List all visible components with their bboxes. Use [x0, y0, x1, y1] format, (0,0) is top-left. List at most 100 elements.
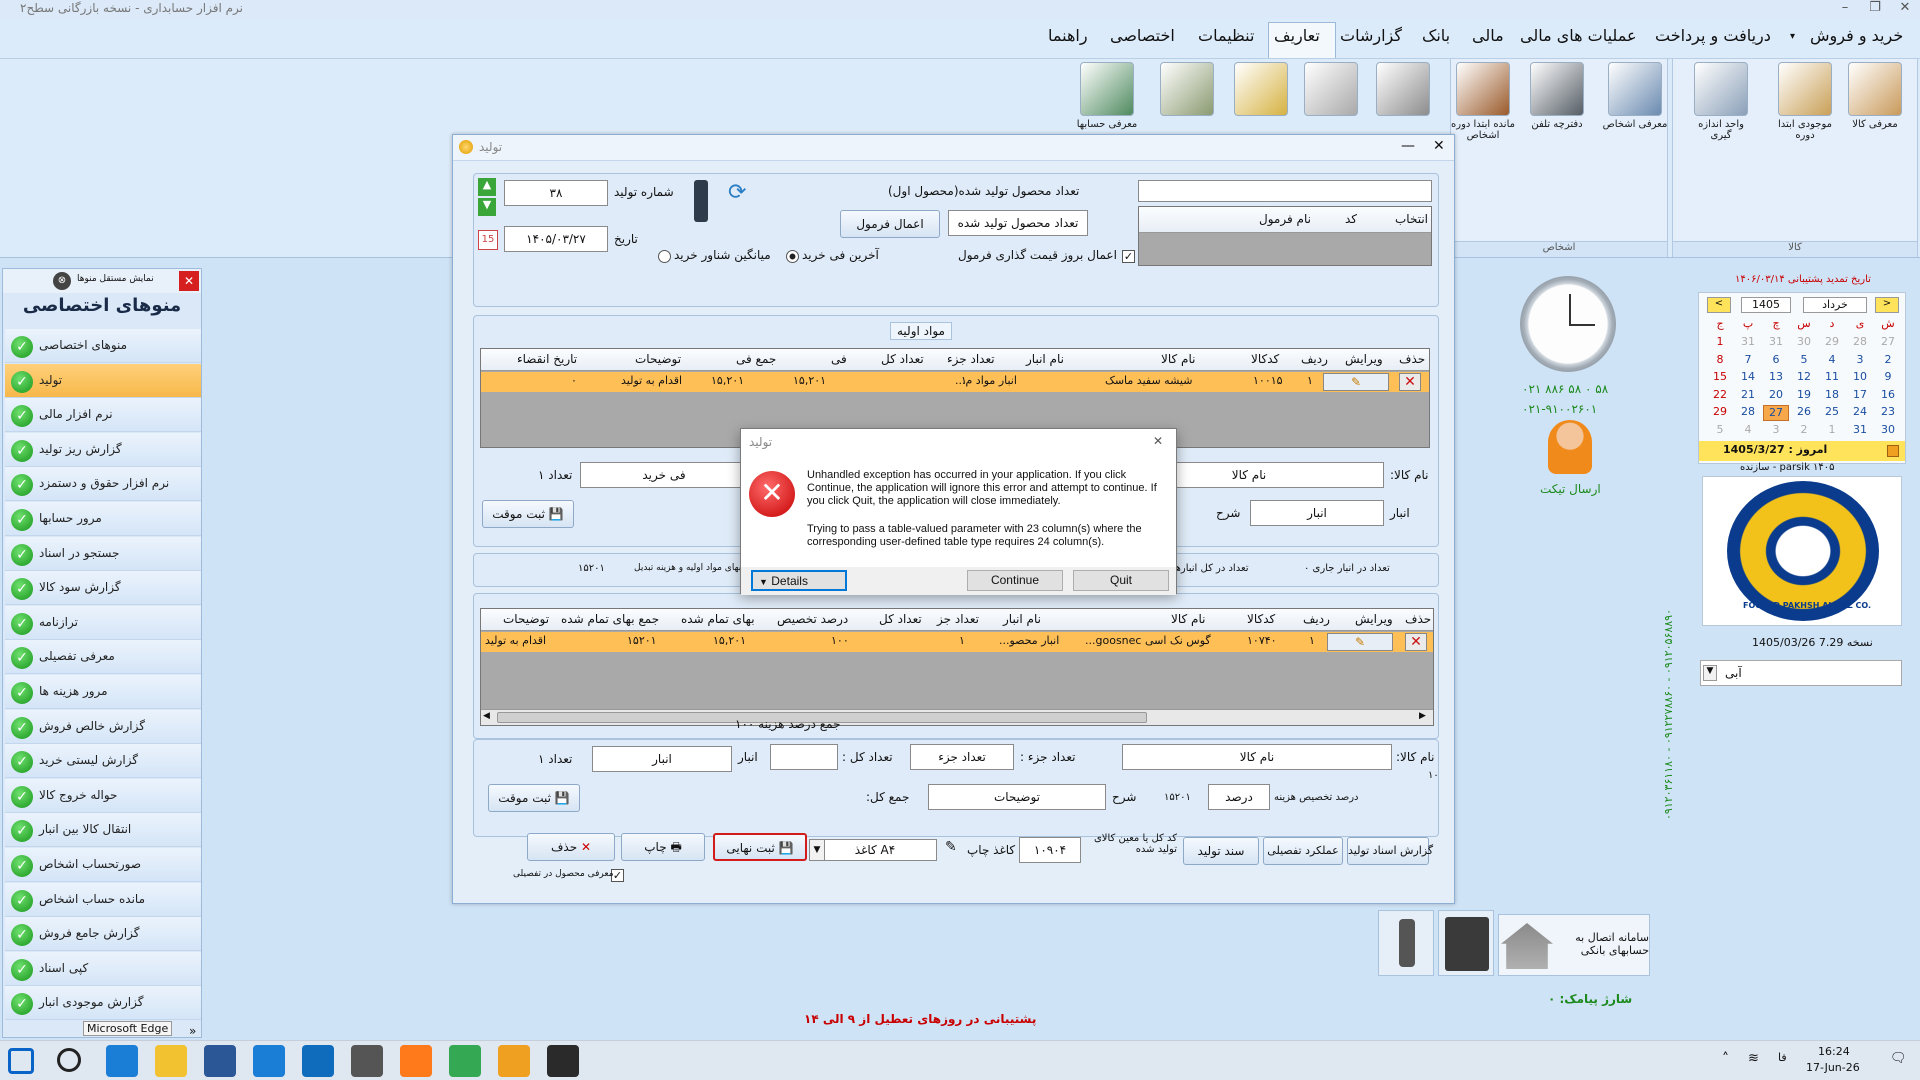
calendar-day[interactable]: 19: [1791, 388, 1817, 404]
product-part-input[interactable]: تعداد جزء: [910, 744, 1014, 770]
sidebar-item[interactable]: ✓ کپی اسناد: [5, 951, 201, 986]
ribbon-item-ruler[interactable]: واحد اندازه گیری: [1686, 62, 1756, 141]
send-ticket-link[interactable]: ارسال تیکت: [1540, 482, 1601, 496]
menu-financial-ops[interactable]: عملیات های مالی: [1520, 26, 1637, 45]
calendar-day[interactable]: 8: [1707, 353, 1733, 369]
sidebar-close-button[interactable]: ✕: [179, 271, 199, 291]
calendar-day[interactable]: 22: [1707, 388, 1733, 404]
sidebar-item[interactable]: ✓ مرور هزینه ها: [5, 675, 201, 709]
calendar-day[interactable]: 9: [1875, 370, 1901, 386]
edge-alt-icon[interactable]: [498, 1045, 530, 1077]
ribbon-item-bank[interactable]: [1296, 62, 1366, 119]
date-input[interactable]: ۱۴۰۵/۰۳/۲۷: [504, 226, 608, 252]
calendar-day[interactable]: 3: [1763, 423, 1789, 439]
calendar-day[interactable]: 28: [1735, 405, 1761, 421]
remote-widget[interactable]: [1378, 910, 1434, 976]
refresh-icon[interactable]: ⟳: [728, 180, 746, 205]
alloc-input[interactable]: درصد: [1208, 784, 1270, 810]
accounting-app-icon[interactable]: [547, 1045, 579, 1077]
horizontal-scrollbar[interactable]: ◀ ▶: [481, 709, 1433, 725]
quit-button[interactable]: Quit: [1073, 570, 1169, 591]
calendar-day[interactable]: 5: [1707, 423, 1733, 439]
apply-formula-button[interactable]: اعمال فرمول: [840, 210, 940, 238]
details-button[interactable]: ▼ Details: [751, 570, 847, 591]
sidebar-item[interactable]: ✓ حواله خروج کالا: [5, 778, 201, 813]
product-desc-input[interactable]: توضیحات: [928, 784, 1106, 810]
sidebar-item[interactable]: ✓ ترازنامه: [5, 605, 201, 640]
production-docs-report-button[interactable]: گزارش اسناد تولید: [1347, 837, 1433, 865]
sidebar-item[interactable]: ✓ معرفی تفصیلی: [5, 640, 201, 675]
up-arrow-icon[interactable]: ▲: [478, 178, 496, 196]
menu-buy-sell[interactable]: خرید و فروش: [1810, 26, 1903, 45]
calendar-day[interactable]: 1: [1819, 423, 1845, 439]
sidebar-item[interactable]: ✓ جستجو در اسناد: [5, 536, 201, 571]
menu-custom[interactable]: اختصاصی: [1110, 26, 1175, 45]
calendar-day[interactable]: 3: [1847, 353, 1873, 369]
scroll-left-icon[interactable]: ◀: [483, 711, 490, 721]
calendar-icon[interactable]: 15: [478, 230, 498, 250]
edit-row-icon[interactable]: ✎: [1327, 633, 1393, 651]
qty-input[interactable]: تعداد محصول تولید شده: [948, 210, 1088, 236]
product-save-temp-button[interactable]: ثبت موقت 💾: [488, 784, 580, 812]
sidebar-item[interactable]: ✓ نرم افزار حقوق و دستمزد: [5, 467, 201, 502]
ribbon-item-safe[interactable]: [1226, 62, 1296, 119]
menu-settings[interactable]: تنظیمات: [1198, 26, 1254, 45]
clock-time[interactable]: 16:24: [1818, 1045, 1850, 1058]
close-window-button[interactable]: ✕: [1890, 0, 1920, 18]
menu-dropdown-icon[interactable]: ▾: [1790, 31, 1795, 42]
edge-icon[interactable]: [106, 1045, 138, 1077]
update-price-checkbox[interactable]: ✓: [1122, 250, 1135, 263]
ribbon-item-shop[interactable]: [1152, 62, 1222, 119]
menu-bank[interactable]: بانک: [1422, 26, 1450, 45]
formula-search-input[interactable]: [1138, 180, 1432, 202]
menu-help[interactable]: راهنما: [1048, 26, 1088, 45]
chevron-up-icon[interactable]: ˄: [1722, 1051, 1729, 1067]
menu-finance[interactable]: مالی: [1472, 26, 1504, 45]
sidebar-item[interactable]: ✓ گزارش خالص فروش: [5, 709, 201, 744]
edit-row-icon[interactable]: ✎: [1323, 373, 1389, 391]
bank-link-widget[interactable]: سامانه اتصال به حسابهای بانکی: [1498, 914, 1650, 976]
outlook-icon[interactable]: [302, 1045, 334, 1077]
sidebar-toggle-label[interactable]: نمایش مستقل منوها: [77, 274, 154, 284]
file-explorer-icon[interactable]: [155, 1045, 187, 1077]
sidebar-item[interactable]: ✓ انتقال کالا بین انبار: [5, 813, 201, 848]
down-arrow-icon[interactable]: ▼: [478, 198, 496, 216]
sidebar-item[interactable]: ✓ گزارش لیستی خرید: [5, 744, 201, 779]
menu-reports[interactable]: گزارشات: [1340, 26, 1402, 45]
calendar-day[interactable]: 31: [1763, 335, 1789, 351]
calendar-day[interactable]: 18: [1819, 388, 1845, 404]
calendar-day[interactable]: 2: [1875, 353, 1901, 369]
windows-start-icon[interactable]: [8, 1048, 34, 1074]
calendar-day[interactable]: 2: [1791, 423, 1817, 439]
calendar-day[interactable]: 31: [1735, 335, 1761, 351]
table-row[interactable]: ✕ ✎ ۱ ۱۰۰۱۵ شیشه سفید ماسک انبار مواد م.…: [481, 372, 1429, 392]
delete-row-icon[interactable]: ✕: [1405, 633, 1427, 651]
calendar-day[interactable]: 21: [1735, 388, 1761, 404]
sidebar-item[interactable]: ✓ گزارش ریز تولید: [5, 432, 201, 467]
calculator-icon[interactable]: [351, 1045, 383, 1077]
radio-avg[interactable]: [658, 250, 671, 263]
calculator-widget[interactable]: [1438, 910, 1494, 976]
calendar-year[interactable]: 1405: [1741, 297, 1791, 313]
sidebar-item[interactable]: ✓ نرم افزار مالی: [5, 398, 201, 433]
product-name-input[interactable]: نام کالا: [1122, 744, 1392, 770]
sidebar-item[interactable]: ✓ تولید: [5, 363, 201, 398]
calendar-day[interactable]: 15: [1707, 370, 1733, 386]
raw-fee-input[interactable]: فی خرید: [580, 462, 748, 488]
word-icon[interactable]: [204, 1045, 236, 1077]
product-total-input[interactable]: [770, 744, 838, 770]
sidebar-item[interactable]: ✓ مانده حساب اشخاص: [5, 882, 201, 917]
maximize-button[interactable]: ❐: [1860, 0, 1890, 18]
calendar-day[interactable]: 24: [1847, 405, 1873, 421]
calendar-day[interactable]: 4: [1819, 353, 1845, 369]
calendar-day[interactable]: 1: [1707, 335, 1733, 351]
search-icon[interactable]: [57, 1048, 81, 1072]
radio-last[interactable]: [786, 250, 799, 263]
calendar-day[interactable]: 29: [1819, 335, 1845, 351]
delete-button[interactable]: حذف ✕: [527, 833, 615, 861]
calendar-day[interactable]: 7: [1735, 353, 1761, 369]
production-no-input[interactable]: ۳۸: [504, 180, 608, 206]
sidebar-item[interactable]: ✓ منوهای اختصاصی: [5, 329, 201, 363]
calendar-day[interactable]: 28: [1847, 335, 1873, 351]
form-minimize-button[interactable]: —: [1401, 138, 1415, 154]
